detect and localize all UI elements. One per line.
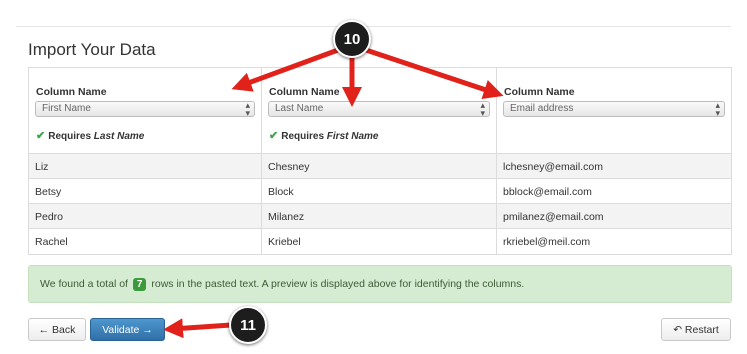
import-page: Import Your Data Column Name First Name … — [0, 0, 747, 354]
column-name-label: Column Name — [504, 86, 575, 98]
requires-note: ✔ Requires First Name — [268, 129, 490, 142]
divider — [16, 26, 731, 27]
preview-table: Column Name First Name ▴ ▾ ✔ Requires Last… — [28, 67, 732, 255]
requires-note: ✔ Requires Last Name — [35, 129, 255, 142]
table-cell: rkriebel@meil.com — [503, 236, 591, 248]
table-cell: Block — [262, 179, 497, 203]
select-arrows-icon: ▴ ▾ — [480, 100, 485, 118]
step-callout-11: 11 — [229, 306, 267, 344]
select-value: Email address — [510, 103, 574, 114]
table-cell: pmilanez@email.com — [503, 211, 604, 223]
table-cell: Pedro — [29, 204, 262, 228]
column-name-label: Column Name — [269, 86, 340, 98]
row-count-badge: 7 — [132, 278, 147, 291]
column-name-label: Column Name — [36, 86, 107, 98]
notice-text-after: rows in the pasted text. A preview is di… — [151, 278, 525, 290]
table-cell: Rachel — [29, 229, 262, 254]
requires-prefix: Requires — [281, 131, 325, 142]
arrow-to-validate — [163, 318, 232, 339]
table-row: Rachel Kriebel rkriebel@meil.com — [29, 229, 731, 254]
notice-text-before: We found a total of — [40, 278, 128, 290]
column-header-2: Column Name Last Name ▴ ▾ ✔ Requires First… — [262, 68, 497, 153]
column-3-select[interactable]: Email address ▴ ▾ — [503, 100, 725, 118]
table-row: Liz Chesney lchesney@email.com — [29, 154, 731, 179]
column-1-select[interactable]: First Name ▴ ▾ — [35, 100, 255, 118]
table-cell: Milanez — [262, 204, 497, 228]
table-cell: lchesney@email.com — [503, 161, 603, 173]
page-title: Import Your Data — [28, 40, 156, 59]
requires-prefix: Requires — [48, 131, 92, 142]
table-cell: bblock@email.com — [503, 186, 592, 198]
validate-button[interactable]: Validate → — [90, 318, 165, 341]
column-header-1: Column Name First Name ▴ ▾ ✔ Requires Last… — [29, 68, 262, 153]
back-button[interactable]: ← Back — [28, 318, 86, 341]
check-icon: ✔ — [269, 130, 279, 142]
table-row: Pedro Milanez pmilanez@email.com — [29, 204, 731, 229]
table-cell: Liz — [29, 154, 262, 178]
restart-button[interactable]: ↶ Restart — [661, 318, 731, 341]
select-arrows-icon: ▴ ▾ — [245, 100, 250, 118]
requires-field: Last Name — [93, 131, 145, 142]
rows-found-notice: We found a total of 7 rows in the pasted… — [28, 265, 732, 303]
step-callout-10: 10 — [333, 20, 371, 58]
table-cell: Kriebel — [262, 229, 497, 254]
select-value: Last Name — [275, 103, 324, 114]
table-cell: Betsy — [29, 179, 262, 203]
select-value: First Name — [42, 103, 91, 114]
table-row: Betsy Block bblock@email.com — [29, 179, 731, 204]
table-cell: Chesney — [262, 154, 497, 178]
requires-field: First Name — [326, 131, 379, 142]
check-icon: ✔ — [36, 130, 46, 142]
column-header-3: Column Name Email address ▴ ▾ — [497, 68, 731, 153]
column-mapping-row: Column Name First Name ▴ ▾ ✔ Requires Last… — [29, 68, 731, 154]
select-arrows-icon: ▴ ▾ — [715, 100, 720, 118]
column-2-select[interactable]: Last Name ▴ ▾ — [268, 100, 490, 118]
